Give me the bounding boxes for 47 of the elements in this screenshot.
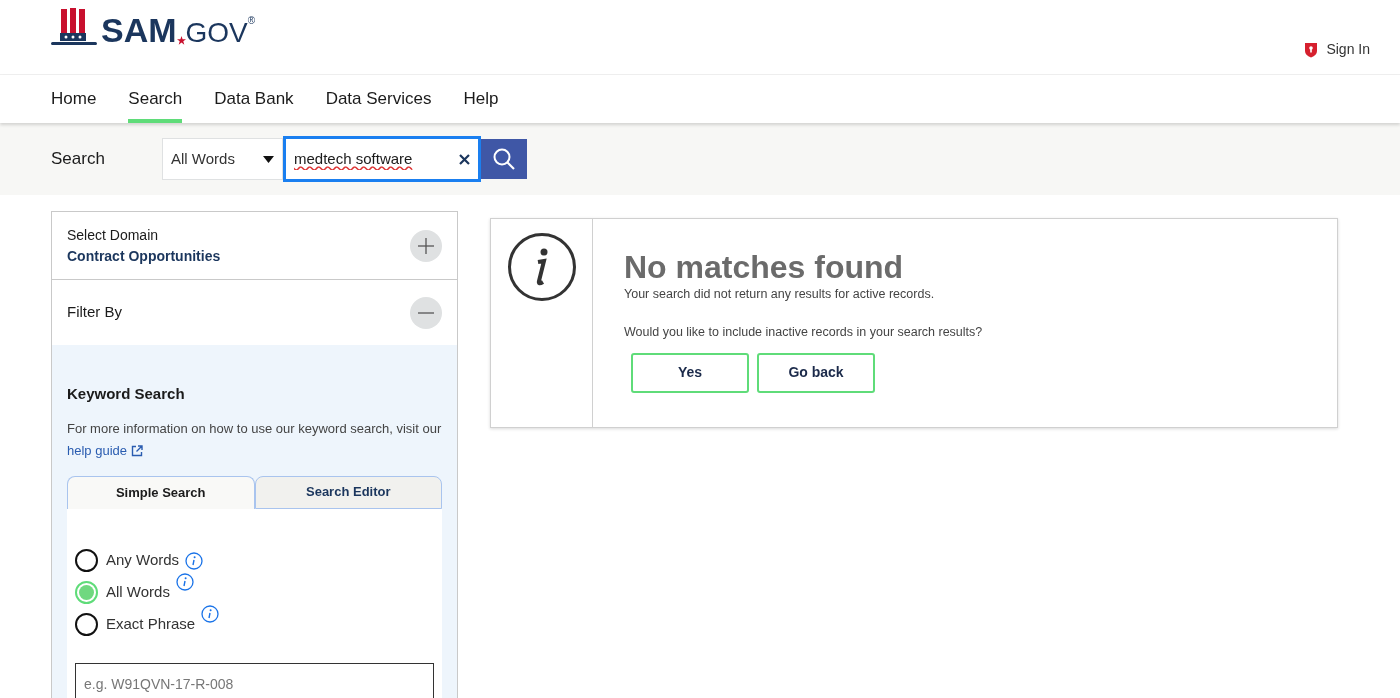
result-title: No matches found [624, 249, 905, 285]
info-icon [506, 232, 577, 302]
collapse-button[interactable] [410, 296, 442, 329]
external-link-icon [131, 444, 143, 457]
search-icon [492, 147, 516, 171]
help-guide-link[interactable]: help guide [67, 439, 143, 462]
radio-label: Any Words [106, 550, 180, 571]
expand-button[interactable] [410, 229, 442, 262]
info-icon[interactable] [175, 572, 194, 591]
result-question: Would you like to include inactive records in your search results? [624, 323, 983, 341]
search-button[interactable] [481, 139, 527, 179]
radio-button[interactable] [75, 613, 98, 636]
keyword-input[interactable]: e.g. W91QVN-17-R-008 [75, 662, 434, 698]
search-tab[interactable]: Simple Search [67, 475, 255, 509]
help-text: For more information on how to use our keyword search, visit our help guide [67, 417, 442, 462]
radio-label: All Words [106, 582, 170, 603]
search-text-input[interactable]: medtech software [294, 147, 444, 171]
nav-tab[interactable]: Data Bank [214, 75, 294, 123]
nav-tab[interactable]: Help [463, 75, 499, 123]
sign-in-link[interactable]: Sign In [1304, 39, 1370, 60]
result-message: Your search did not return any results for active records. [624, 286, 936, 303]
radio-button[interactable] [75, 549, 98, 572]
domain-value: Contract Opportunities [67, 246, 221, 266]
keyword-title: Keyword Search [67, 384, 186, 404]
caret-icon [263, 155, 274, 163]
domain-label: Select Domain [67, 225, 160, 245]
search-field[interactable]: medtech software [283, 136, 481, 182]
info-icon[interactable] [185, 551, 204, 570]
plus-icon [417, 236, 435, 255]
registered-mark: ® [247, 14, 256, 26]
shield-lock-icon [1304, 41, 1319, 58]
radio-label: Exact Phrase [106, 614, 196, 635]
action-button[interactable]: Yes [631, 352, 749, 393]
nav-tab[interactable]: Home [51, 75, 97, 123]
clear-icon[interactable] [459, 153, 470, 165]
logo-text: SAM [101, 13, 177, 47]
info-icon[interactable] [201, 604, 220, 623]
nav-tab[interactable]: Data Services [325, 75, 432, 123]
action-button[interactable]: Go back [757, 352, 875, 393]
search-tab[interactable]: Search Editor [254, 475, 442, 509]
hat-logo-icon [51, 7, 97, 47]
search-mode-select[interactable]: All Words [162, 138, 283, 180]
star-icon [176, 36, 186, 45]
logo-text: GOV [185, 19, 248, 47]
search-label: Search [51, 148, 106, 171]
filter-label: Filter By [67, 302, 122, 323]
minus-icon [417, 311, 435, 314]
